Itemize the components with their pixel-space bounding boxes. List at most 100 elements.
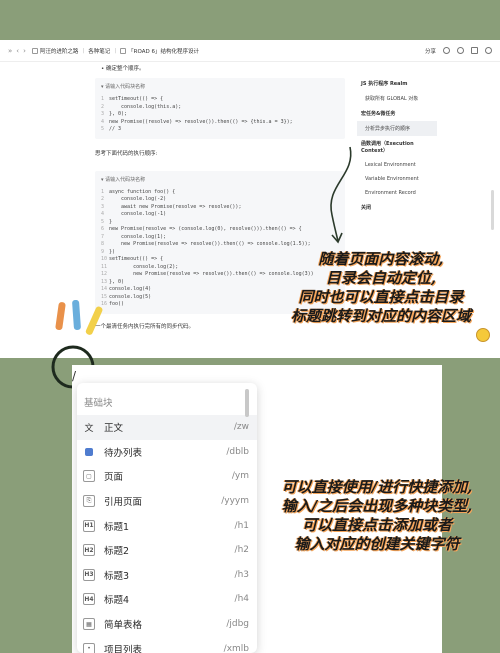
line-number: 1 (101, 96, 105, 102)
code-block-1[interactable]: ▾ 请输入代码块名称 1 setTimeout(() => {2 console.… (95, 78, 345, 139)
menu-item-shortcut: /yyym (221, 496, 249, 507)
callout-toc-explanation: 随着页面内容滚动, 目录会自动定位, 同时也可以直接点击目录 标题跳转到对应的内… (290, 250, 471, 325)
code-text: }, 0); (109, 111, 128, 117)
decorative-strokes-icon (55, 300, 103, 335)
page-icon (120, 47, 127, 54)
menu-item[interactable]: H1 标题1/h1 (77, 513, 257, 538)
line-number: 8 (101, 241, 105, 247)
share-button[interactable]: 分享 (425, 47, 436, 55)
next-icon[interactable]: › (23, 47, 26, 55)
line-number: 5 (101, 218, 105, 225)
menu-scrollbar[interactable] (245, 389, 249, 417)
menu-item[interactable]: ▢ 页面/ym (77, 464, 257, 489)
code-text: new Promise(resolve => (console.log(0), … (109, 226, 302, 232)
menu-item[interactable]: 文正文/zw (77, 415, 257, 440)
table-of-contents: JS 执行程序 Realm 获取所有 GLOBAL 对象 宏任务&微任务 分析异步执行… (357, 76, 437, 215)
menu-item-label: 页面 (104, 472, 124, 484)
line-number: 12 (101, 271, 108, 277)
notebook-icon (31, 47, 38, 54)
slash-input[interactable]: / (72, 369, 76, 383)
line-number: 1 (101, 188, 105, 195)
menu-item[interactable]: H2 标题2/h2 (77, 538, 257, 563)
line-number: 5 (101, 126, 105, 132)
paragraph: 思考下面代码的执行顺序: (95, 150, 158, 157)
menu-item-label: 标题4 (104, 595, 130, 607)
breadcrumb-item[interactable]: 「ROAD 6」结构化程序设计 (120, 47, 199, 55)
line-number: 13 (101, 278, 108, 285)
code-text: setTimeout(() => { (109, 256, 164, 262)
code-text: setTimeout(() => { (109, 96, 164, 102)
h1-icon: H1 (83, 519, 95, 532)
menu-item-shortcut: /h3 (234, 569, 249, 580)
more-icon[interactable] (485, 47, 492, 54)
code-text: }, 0) (109, 278, 125, 285)
callout-slash-explanation: 可以直接使用/进行快捷添加, 输入/之后会出现多种块类型, 可以直接点击添加或者… (281, 478, 473, 553)
nav-arrows: » ‹ › (0, 47, 26, 55)
menu-item-shortcut: /h1 (234, 520, 249, 531)
code-text: console.log(5) (109, 293, 152, 300)
line-number: 4 (101, 211, 105, 217)
code-line: 7 console.log(1); (101, 234, 339, 242)
menu-item-label: 引用页面 (104, 497, 143, 509)
code-line: 2 console.log(-2) (101, 196, 339, 204)
code-line: 4 new Promise((resolve) => resolve()).the… (101, 119, 339, 127)
outline-icon[interactable] (471, 47, 478, 54)
code-line: 5} (101, 219, 339, 227)
bullet-text: • 确定整个顺序。 (101, 66, 145, 72)
code-line: 6 new Promise(resolve => (console.log(0),… (101, 226, 339, 234)
code-line: 2 console.log(this.a); (101, 104, 339, 112)
toc-item[interactable]: 获取所有 GLOBAL 对象 (357, 91, 437, 106)
menu-item-shortcut: /xmlb (223, 643, 249, 653)
menu-item-shortcut: /zw (233, 422, 249, 433)
toc-item[interactable]: 分析异步执行的顺序 (357, 121, 437, 136)
code-text: await new Promise(resolve => resolve()); (109, 203, 242, 210)
menu-item-shortcut: /jdbg (226, 619, 249, 630)
toc-item[interactable]: 函数调用（Execution Context） (357, 136, 437, 158)
menu-item[interactable]: ▦ 简单表格/jdbg (77, 612, 257, 637)
forward-icon[interactable]: » (8, 47, 12, 55)
code-block-title: ▾ 请输入代码块名称 (101, 176, 146, 183)
text-icon: 文 (84, 423, 94, 434)
line-number: 6 (101, 226, 105, 232)
code-line: 4 console.log(-1) (101, 211, 339, 219)
menu-item[interactable]: H4 标题4/h4 (77, 587, 257, 612)
scrollbar[interactable] (491, 190, 494, 230)
toc-item[interactable]: 关闭 (357, 200, 437, 215)
back-icon[interactable]: ‹ (16, 47, 19, 55)
breadcrumb-item[interactable]: 各种笔记 (88, 47, 110, 55)
gear-icon[interactable] (457, 47, 464, 54)
code-text: new Promise(resolve => resolve()).then((… (109, 241, 311, 247)
code-line: 8 new Promise(resolve => resolve()).then… (101, 241, 339, 249)
menu-items: 文正文/zw 待办列表/dblb ▢ 页面/ym ⎘ 引用页面/yyym H1 标题1/h1 H… (77, 415, 257, 653)
arrow-annotation (330, 146, 352, 244)
menu-header: 基础块 (84, 398, 113, 409)
menu-item-label: 标题2 (104, 546, 130, 558)
toc-item[interactable]: Lexical Environment (357, 158, 437, 172)
menu-item[interactable]: • 项目列表/xmlb (77, 636, 257, 653)
toc-item[interactable]: Variable Environment (357, 172, 437, 186)
toolbar-right: 分享 (425, 47, 500, 55)
code-text: new Promise((resolve) => resolve()).then… (109, 118, 293, 125)
code-text: async function foo() { (109, 188, 176, 195)
menu-item[interactable]: ⎘ 引用页面/yyym (77, 489, 257, 514)
line-number: 14 (101, 286, 108, 292)
code-text: console.log(1); (109, 233, 167, 240)
breadcrumb-separator: | (114, 47, 117, 54)
menu-item[interactable]: H3 标题3/h3 (77, 563, 257, 588)
breadcrumb-separator: | (82, 47, 85, 54)
toc-item[interactable]: 宏任务&微任务 (357, 106, 437, 121)
breadcrumb-item[interactable]: 阿汪的进阶之路 (31, 47, 78, 55)
menu-item-shortcut: /h2 (234, 545, 249, 556)
toc-item[interactable]: Environment Record (357, 186, 437, 200)
code-line: 5 // 3 (101, 126, 339, 134)
toc-item[interactable]: JS 执行程序 Realm (357, 76, 437, 91)
code-line: 1 setTimeout(() => { (101, 96, 339, 104)
menu-item-label: 标题1 (104, 521, 130, 533)
clock-icon[interactable] (443, 47, 450, 54)
bullet-list-icon: • (83, 642, 95, 653)
h4-icon: H4 (83, 593, 95, 606)
code-text: console.log(this.a); (109, 103, 182, 110)
code-line: 3 await new Promise(resolve => resolve()… (101, 204, 339, 212)
line-number: 3 (101, 111, 105, 117)
menu-item[interactable]: 待办列表/dblb (77, 440, 257, 465)
